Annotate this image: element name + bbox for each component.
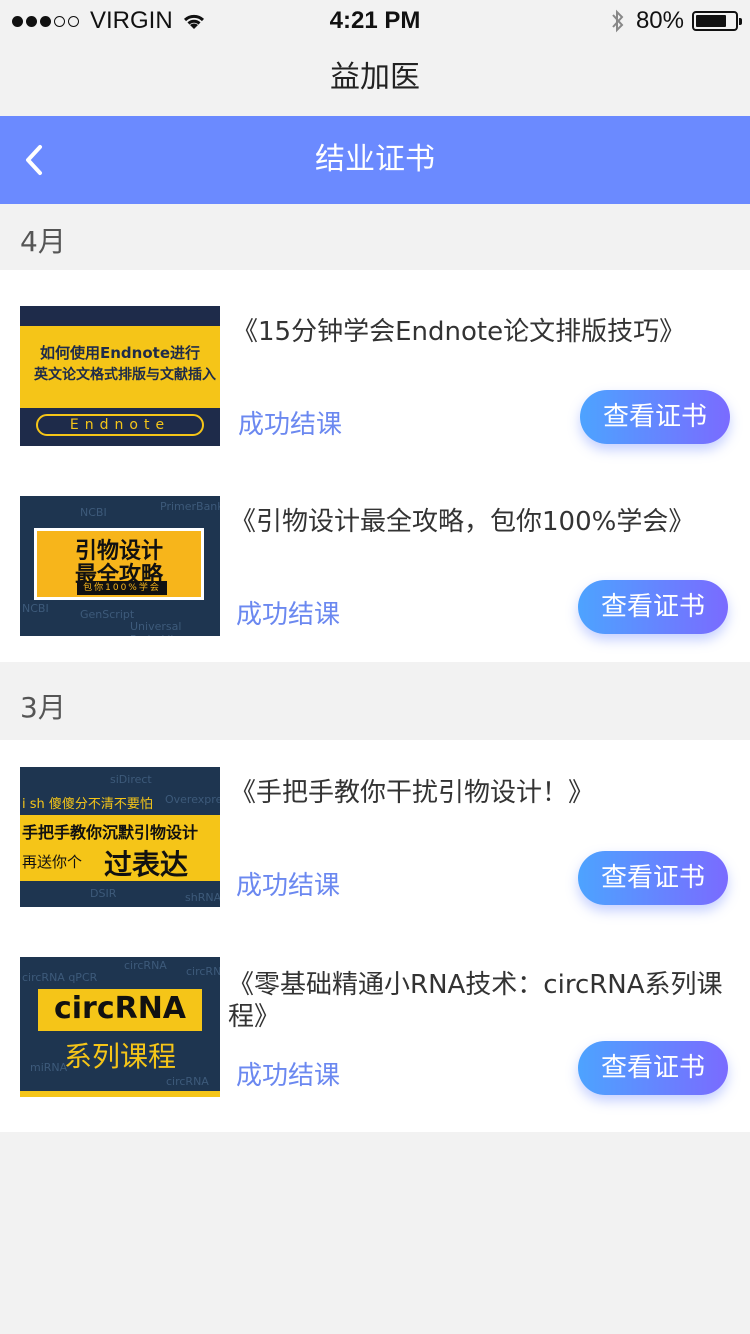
page-title: 结业证书 [315,142,435,177]
thumb-text: 英文论文格式排版与文献插入 [34,367,216,383]
course-status: 成功结课 [238,410,343,440]
thumb-text: siDirect [110,773,152,786]
battery-icon [692,11,742,31]
thumb-text: 过表达 [104,848,189,881]
course-panel: siDirect Overexpre DSIR shRNA i sh 傻傻分不清… [0,740,750,1132]
course-panel: 如何使用Endnote进行 英文论文格式排版与文献插入 Endnote 《15分… [0,270,750,662]
course-title[interactable]: 《手把手教你干扰引物设计！》 [230,777,730,809]
list-item: NCBI PrimerBank GenScript Universal Prob… [0,496,750,636]
thumb-text: 再送你个 [22,853,83,871]
course-thumbnail[interactable]: circRNA qPCR circRNA circRNA miRNA circR… [20,957,220,1097]
app-title: 益加医 [0,40,750,116]
battery-percent: 80% [635,7,684,34]
month-header: 3月 [20,691,66,724]
thumb-text: 包你100%学会 [77,581,167,595]
thumb-text: PrimerBank [160,500,220,513]
thumb-text: circRNA [124,959,167,972]
thumb-text: i sh 傻傻分不清不要怕 [22,797,153,812]
thumb-text: circRNA [53,991,187,1026]
course-status: 成功结课 [236,871,341,901]
course-thumbnail[interactable]: NCBI PrimerBank GenScript Universal Prob… [20,496,220,636]
thumb-text: NCBI [80,506,107,519]
list-item: circRNA qPCR circRNA circRNA miRNA circR… [0,957,750,1097]
list-item: 如何使用Endnote进行 英文论文格式排版与文献插入 Endnote 《15分… [0,306,750,446]
view-certificate-button[interactable]: 查看证书 [580,390,730,444]
thumb-text: circRNA qPCR [22,971,98,984]
status-bar: VIRGIN 4:21 PM 80% [0,0,750,40]
thumb-text: 系列课程 [63,1040,176,1073]
list-item: siDirect Overexpre DSIR shRNA i sh 傻傻分不清… [0,767,750,907]
view-certificate-button[interactable]: 查看证书 [578,1041,728,1095]
course-status: 成功结课 [236,1061,341,1091]
course-thumbnail[interactable]: siDirect Overexpre DSIR shRNA i sh 傻傻分不清… [20,767,220,907]
thumb-text: Overexpre [165,793,220,806]
course-thumbnail[interactable]: 如何使用Endnote进行 英文论文格式排版与文献插入 Endnote [20,306,220,446]
thumb-text: circRNA [166,1075,209,1088]
thumb-text: Universal ProbeLibrary [130,620,200,636]
course-title[interactable]: 《15分钟学会Endnote论文排版技巧》 [232,316,732,348]
view-certificate-button[interactable]: 查看证书 [578,580,728,634]
thumb-text: shRNA [185,891,220,904]
nav-bar: 结业证书 [0,116,750,204]
status-right: 80% [610,7,742,35]
course-status: 成功结课 [236,600,341,630]
thumb-text: circRNA [186,965,220,978]
thumb-text: 如何使用Endnote进行 [40,344,200,362]
view-certificate-button[interactable]: 查看证书 [578,851,728,905]
month-header: 4月 [20,225,66,258]
bluetooth-icon [612,9,624,33]
course-title[interactable]: 《引物设计最全攻略，包你100%学会》 [230,506,730,538]
thumb-text: Endnote [36,414,204,436]
thumb-text: 手把手教你沉默引物设计 [22,823,199,842]
thumb-text: GenScript [80,608,135,621]
thumb-text: DSIR [90,887,117,900]
course-title[interactable]: 《零基础精通小RNA技术：circRNA系列课程》 [228,969,728,1033]
thumb-text: NCBI [22,602,49,615]
